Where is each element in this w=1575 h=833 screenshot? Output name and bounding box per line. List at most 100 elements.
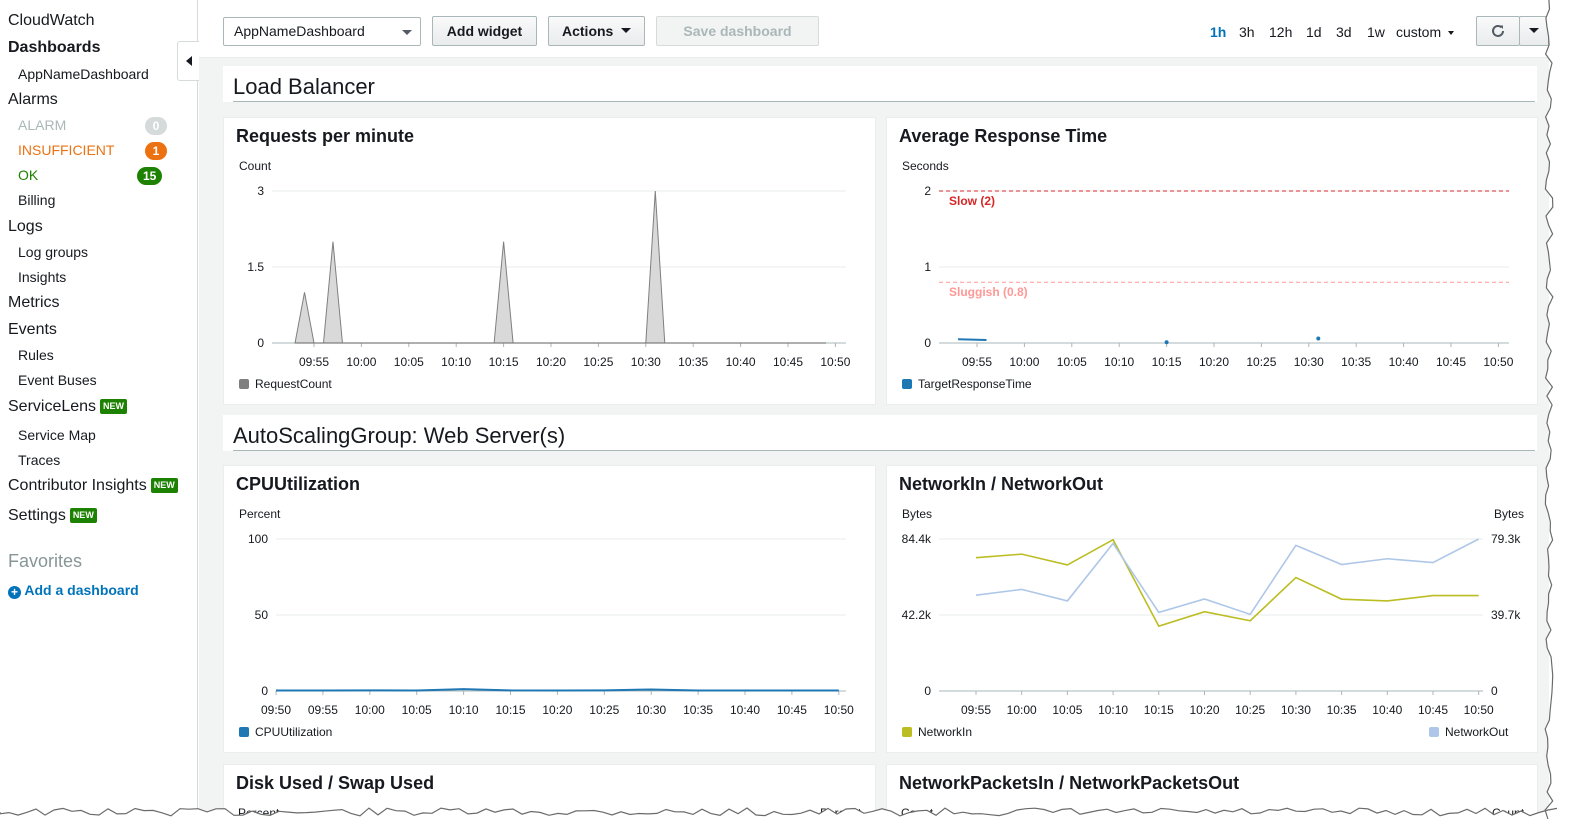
refresh-options-button[interactable]	[1519, 16, 1549, 46]
x-tick-label: 09:55	[299, 355, 329, 369]
x-tick-label: 10:30	[1294, 355, 1324, 369]
sidebar-item-insufficient[interactable]: INSUFFICIENT	[18, 142, 114, 158]
sidebar-item-ok[interactable]: OK	[18, 167, 38, 183]
x-tick-label: 10:40	[726, 355, 756, 369]
sidebar-item-dashboards[interactable]: Dashboards	[8, 39, 100, 57]
legend-cpu-utilization-swatch	[239, 727, 249, 737]
y-tick-label: 42.2k	[902, 608, 932, 622]
x-tick-label: 10:10	[449, 703, 479, 717]
x-tick-label: 10:00	[355, 703, 385, 717]
unit-label-left: Percent	[238, 806, 280, 820]
x-tick-label: 10:40	[1389, 355, 1419, 369]
time-range-12h[interactable]: 12h	[1269, 24, 1292, 40]
time-range-custom[interactable]: custom	[1396, 24, 1455, 40]
sidebar-item-metrics[interactable]: Metrics	[8, 294, 60, 312]
time-range-1w[interactable]: 1w	[1367, 24, 1385, 40]
x-tick-label: 10:35	[683, 703, 713, 717]
sidebar-item-billing[interactable]: Billing	[18, 192, 55, 208]
widget-network-packets[interactable]: NetworkPacketsIn / NetworkPacketsOut Cou…	[886, 764, 1538, 833]
chevron-down-icon	[1529, 28, 1539, 33]
response-time-point	[1164, 340, 1169, 345]
widget-cpu-utilization[interactable]: CPUUtilization 100 50 0 09:50 09:55 10:00 10:0…	[223, 465, 876, 753]
x-tick-label: 10:45	[777, 703, 807, 717]
refresh-button[interactable]	[1476, 16, 1520, 46]
custom-label: custom	[1396, 24, 1442, 40]
x-tick-label: 10:15	[489, 355, 519, 369]
sidebar-item-rules[interactable]: Rules	[18, 347, 54, 363]
sidebar: CloudWatch Dashboards AppNameDashboard A…	[0, 0, 198, 833]
x-tick-label: 10:10	[1104, 355, 1134, 369]
sidebar-item-cloudwatch[interactable]: CloudWatch	[8, 12, 95, 30]
x-tick-label: 10:35	[1327, 703, 1357, 717]
time-range-1h[interactable]: 1h	[1210, 24, 1226, 40]
section-title: Load Balancer	[233, 74, 375, 99]
sidebar-item-appnamedashboard[interactable]: AppNameDashboard	[18, 66, 149, 82]
response-time-chart: 2 1 0 09:55 10:00 10:05 10:10 10:15 10:20 10:25 10…	[902, 159, 1514, 391]
request-count-area	[493, 241, 514, 344]
save-dashboard-button[interactable]: Save dashboard	[656, 16, 819, 46]
sidebar-item-service-map[interactable]: Service Map	[18, 427, 96, 443]
x-tick-label: 10:10	[441, 355, 471, 369]
new-tag: NEW	[100, 399, 128, 415]
x-tick-label: 10:15	[1144, 703, 1174, 717]
y-tick-label: 50	[255, 608, 269, 622]
widget-requests-per-minute[interactable]: Requests per minute 3 1.5 0 09:55 10:00 10:05…	[223, 117, 876, 405]
response-time-line	[958, 338, 987, 341]
x-tick-label: 10:40	[1372, 703, 1402, 717]
x-tick-label: 10:05	[1057, 355, 1087, 369]
new-tag: NEW	[150, 478, 178, 494]
legend-network-out-swatch	[1429, 727, 1439, 737]
time-range-1d[interactable]: 1d	[1306, 24, 1322, 40]
x-tick-label: 10:30	[1281, 703, 1311, 717]
widget-title: Disk Used / Swap Used	[236, 773, 435, 793]
x-tick-label: 10:50	[1464, 703, 1494, 717]
x-tick-label: 10:15	[1152, 355, 1182, 369]
sidebar-item-event-buses[interactable]: Event Buses	[18, 372, 97, 388]
sidebar-item-alarms[interactable]: Alarms	[8, 91, 58, 109]
actions-button[interactable]: Actions	[548, 16, 645, 46]
add-widget-button[interactable]: Add widget	[432, 16, 537, 46]
sidebar-item-log-groups[interactable]: Log groups	[18, 244, 88, 260]
y-tick-label-right: 39.7k	[1491, 608, 1521, 622]
x-tick-label: 10:50	[820, 355, 850, 369]
x-tick-label: 10:35	[678, 355, 708, 369]
sidebar-item-events[interactable]: Events	[8, 321, 57, 339]
cpu-chart: 100 50 0 09:50 09:55 10:00 10:05 10:10 10:15 10:2…	[239, 507, 854, 739]
sidebar-item-settings[interactable]: Settings NEW	[8, 507, 97, 525]
dashboard-select[interactable]: AppNameDashboard	[223, 17, 421, 46]
y-axis-unit: Bytes	[902, 507, 932, 521]
x-tick-label: 10:25	[1246, 355, 1276, 369]
x-tick-label: 10:00	[1007, 703, 1037, 717]
x-tick-label: 09:55	[961, 703, 991, 717]
unit-label-right: Percent	[820, 806, 862, 820]
y-tick-label: 84.4k	[902, 532, 932, 546]
collapse-sidebar-button[interactable]	[177, 41, 199, 81]
sidebar-item-traces[interactable]: Traces	[18, 452, 60, 468]
section-load-balancer: Load Balancer	[223, 66, 1537, 102]
time-range-3h[interactable]: 3h	[1239, 24, 1255, 40]
time-range-3d[interactable]: 3d	[1336, 24, 1352, 40]
favorites-heading: Favorites	[8, 551, 83, 571]
sidebar-item-logs[interactable]: Logs	[8, 218, 43, 236]
sidebar-item-alarm[interactable]: ALARM	[18, 117, 66, 133]
x-tick-label: 10:40	[730, 703, 760, 717]
x-tick-label: 10:10	[1098, 703, 1128, 717]
add-dashboard-link[interactable]: + Add a dashboard	[8, 582, 139, 599]
y-tick-label: 0	[924, 684, 931, 698]
cpu-utilization-line	[276, 688, 839, 692]
widget-average-response-time[interactable]: Average Response Time 2 1 0 09:55 10:00 10:05…	[886, 117, 1538, 405]
settings-label: Settings	[8, 507, 66, 524]
legend-network-out-label: NetworkOut	[1445, 725, 1509, 739]
x-tick-label: 10:05	[402, 703, 432, 717]
sidebar-item-insights[interactable]: Insights	[18, 269, 66, 285]
x-tick-label: 09:55	[962, 355, 992, 369]
y-tick-label: 1.5	[247, 260, 264, 274]
sidebar-item-contributor-insights[interactable]: Contributor Insights NEW	[8, 477, 178, 495]
sidebar-item-servicelens[interactable]: ServiceLens NEW	[8, 398, 128, 416]
legend-request-count-swatch	[239, 379, 249, 389]
legend-target-response-time-swatch	[902, 379, 912, 389]
x-tick-label: 10:45	[773, 355, 803, 369]
legend-target-response-time-label: TargetResponseTime	[918, 377, 1032, 391]
widget-disk-swap-used[interactable]: Disk Used / Swap Used Percent Percent	[223, 764, 876, 833]
widget-network-in-out[interactable]: NetworkIn / NetworkOut 84.4k 42.2k 0 79.3k 3…	[886, 465, 1538, 753]
